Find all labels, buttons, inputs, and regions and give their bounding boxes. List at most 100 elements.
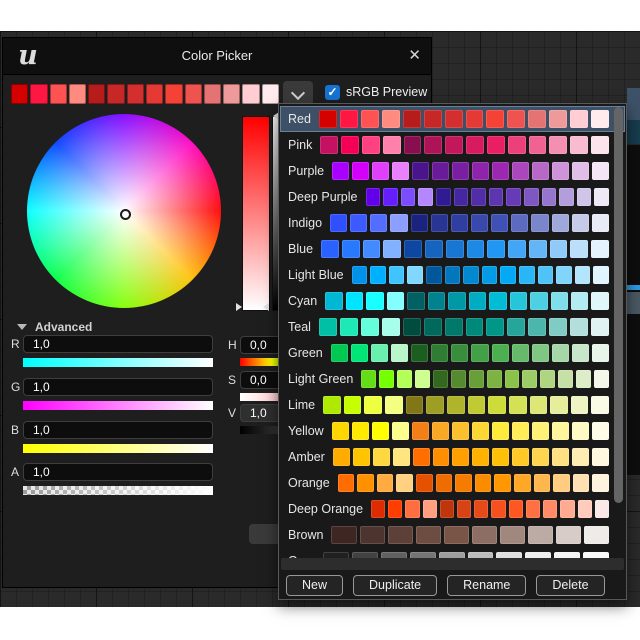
color-swatch[interactable] bbox=[591, 214, 610, 232]
color-swatch[interactable] bbox=[550, 396, 568, 414]
color-swatch[interactable] bbox=[391, 344, 409, 362]
color-swatch[interactable] bbox=[559, 188, 574, 206]
color-swatch[interactable] bbox=[405, 500, 420, 518]
palette-row-grey[interactable]: Grey bbox=[280, 548, 625, 558]
color-swatch[interactable] bbox=[396, 474, 414, 492]
palette-row-light-green[interactable]: Light Green bbox=[280, 366, 625, 392]
color-swatch[interactable] bbox=[351, 266, 368, 284]
color-swatch[interactable] bbox=[486, 110, 505, 128]
color-swatch[interactable] bbox=[392, 448, 410, 466]
color-swatch[interactable] bbox=[572, 448, 590, 466]
color-swatch[interactable] bbox=[537, 266, 554, 284]
color-swatch[interactable] bbox=[360, 318, 379, 336]
color-swatch[interactable] bbox=[528, 318, 547, 336]
color-swatch[interactable] bbox=[392, 162, 410, 180]
color-swatch[interactable] bbox=[362, 240, 381, 258]
blue-gradient-bar[interactable] bbox=[23, 444, 213, 453]
color-swatch[interactable] bbox=[402, 318, 421, 336]
color-swatch[interactable] bbox=[571, 422, 589, 440]
color-swatch[interactable] bbox=[543, 500, 558, 518]
palette-row-green[interactable]: Green bbox=[280, 340, 625, 366]
color-swatch[interactable] bbox=[499, 526, 525, 544]
color-swatch[interactable] bbox=[592, 448, 609, 466]
color-swatch[interactable] bbox=[444, 266, 461, 284]
color-swatch[interactable] bbox=[512, 448, 530, 466]
color-swatch[interactable] bbox=[435, 474, 453, 492]
color-swatch[interactable] bbox=[511, 344, 529, 362]
color-swatch[interactable] bbox=[494, 474, 512, 492]
color-swatch[interactable] bbox=[320, 136, 339, 154]
color-swatch[interactable] bbox=[549, 136, 568, 154]
color-swatch[interactable] bbox=[491, 500, 506, 518]
color-swatch[interactable] bbox=[370, 214, 388, 232]
color-swatch[interactable] bbox=[486, 136, 505, 154]
color-swatch[interactable] bbox=[321, 240, 339, 258]
color-swatch[interactable] bbox=[318, 318, 337, 336]
color-swatch[interactable] bbox=[423, 318, 442, 336]
color-swatch[interactable] bbox=[465, 318, 484, 336]
color-swatch[interactable] bbox=[500, 266, 516, 284]
color-swatch[interactable] bbox=[471, 188, 486, 206]
color-swatch[interactable] bbox=[558, 370, 574, 388]
close-icon[interactable]: ✕ bbox=[408, 38, 421, 74]
color-swatch[interactable] bbox=[432, 448, 450, 466]
color-swatch[interactable] bbox=[359, 526, 385, 544]
color-swatch[interactable] bbox=[383, 188, 398, 206]
color-swatch[interactable] bbox=[594, 370, 610, 388]
theme-swatch[interactable] bbox=[107, 84, 125, 104]
color-swatch[interactable] bbox=[528, 136, 547, 154]
color-swatch[interactable] bbox=[352, 448, 370, 466]
color-swatch[interactable] bbox=[448, 292, 466, 310]
color-swatch[interactable] bbox=[591, 396, 610, 414]
color-swatch[interactable] bbox=[366, 292, 384, 310]
color-swatch[interactable] bbox=[372, 448, 390, 466]
color-swatch[interactable] bbox=[591, 136, 609, 154]
color-swatch[interactable] bbox=[491, 214, 509, 232]
alpha-gradient-bar[interactable] bbox=[23, 486, 213, 495]
color-swatch[interactable] bbox=[370, 266, 386, 284]
color-swatch[interactable] bbox=[451, 422, 469, 440]
saturation-handle-left-icon[interactable] bbox=[236, 303, 242, 311]
green-gradient-bar[interactable] bbox=[23, 401, 213, 410]
color-swatch[interactable] bbox=[468, 292, 487, 310]
color-swatch[interactable] bbox=[444, 318, 463, 336]
color-swatch[interactable] bbox=[323, 396, 341, 414]
palette-row-lime[interactable]: Lime bbox=[280, 392, 625, 418]
color-swatch[interactable] bbox=[511, 214, 529, 232]
color-swatch[interactable] bbox=[488, 396, 506, 414]
palette-row-teal[interactable]: Teal bbox=[280, 314, 625, 340]
color-swatch[interactable] bbox=[571, 292, 589, 310]
color-swatch[interactable] bbox=[466, 240, 485, 258]
color-swatch[interactable] bbox=[415, 370, 430, 388]
color-swatch[interactable] bbox=[439, 500, 455, 518]
color-swatch[interactable] bbox=[551, 344, 569, 362]
palette-row-deep-orange[interactable]: Deep Orange bbox=[280, 496, 625, 522]
palette-row-yellow[interactable]: Yellow bbox=[280, 418, 625, 444]
color-swatch[interactable] bbox=[371, 422, 389, 440]
color-swatch[interactable] bbox=[450, 214, 469, 232]
theme-swatch[interactable] bbox=[49, 84, 67, 104]
color-swatch[interactable] bbox=[591, 162, 609, 180]
color-swatch[interactable] bbox=[504, 370, 520, 388]
color-swatch[interactable] bbox=[397, 370, 413, 388]
color-swatch[interactable] bbox=[591, 240, 609, 258]
color-swatch[interactable] bbox=[411, 344, 429, 362]
color-swatch[interactable] bbox=[531, 344, 549, 362]
theme-swatch[interactable] bbox=[223, 84, 241, 104]
color-swatch[interactable] bbox=[457, 500, 472, 518]
color-swatch[interactable] bbox=[423, 110, 442, 128]
color-swatch[interactable] bbox=[341, 136, 359, 154]
color-swatch[interactable] bbox=[488, 188, 504, 206]
color-swatch[interactable] bbox=[387, 526, 413, 544]
color-swatch[interactable] bbox=[489, 292, 507, 310]
color-swatch[interactable] bbox=[337, 474, 355, 492]
color-swatch[interactable] bbox=[591, 110, 610, 128]
color-swatch[interactable] bbox=[445, 240, 464, 258]
color-swatch[interactable] bbox=[471, 526, 497, 544]
color-swatch[interactable] bbox=[468, 370, 484, 388]
red-gradient-bar[interactable] bbox=[23, 358, 213, 367]
color-swatch[interactable] bbox=[361, 370, 377, 388]
palette-row-purple[interactable]: Purple bbox=[280, 158, 625, 184]
color-swatch[interactable] bbox=[381, 318, 400, 336]
color-swatch[interactable] bbox=[552, 448, 570, 466]
